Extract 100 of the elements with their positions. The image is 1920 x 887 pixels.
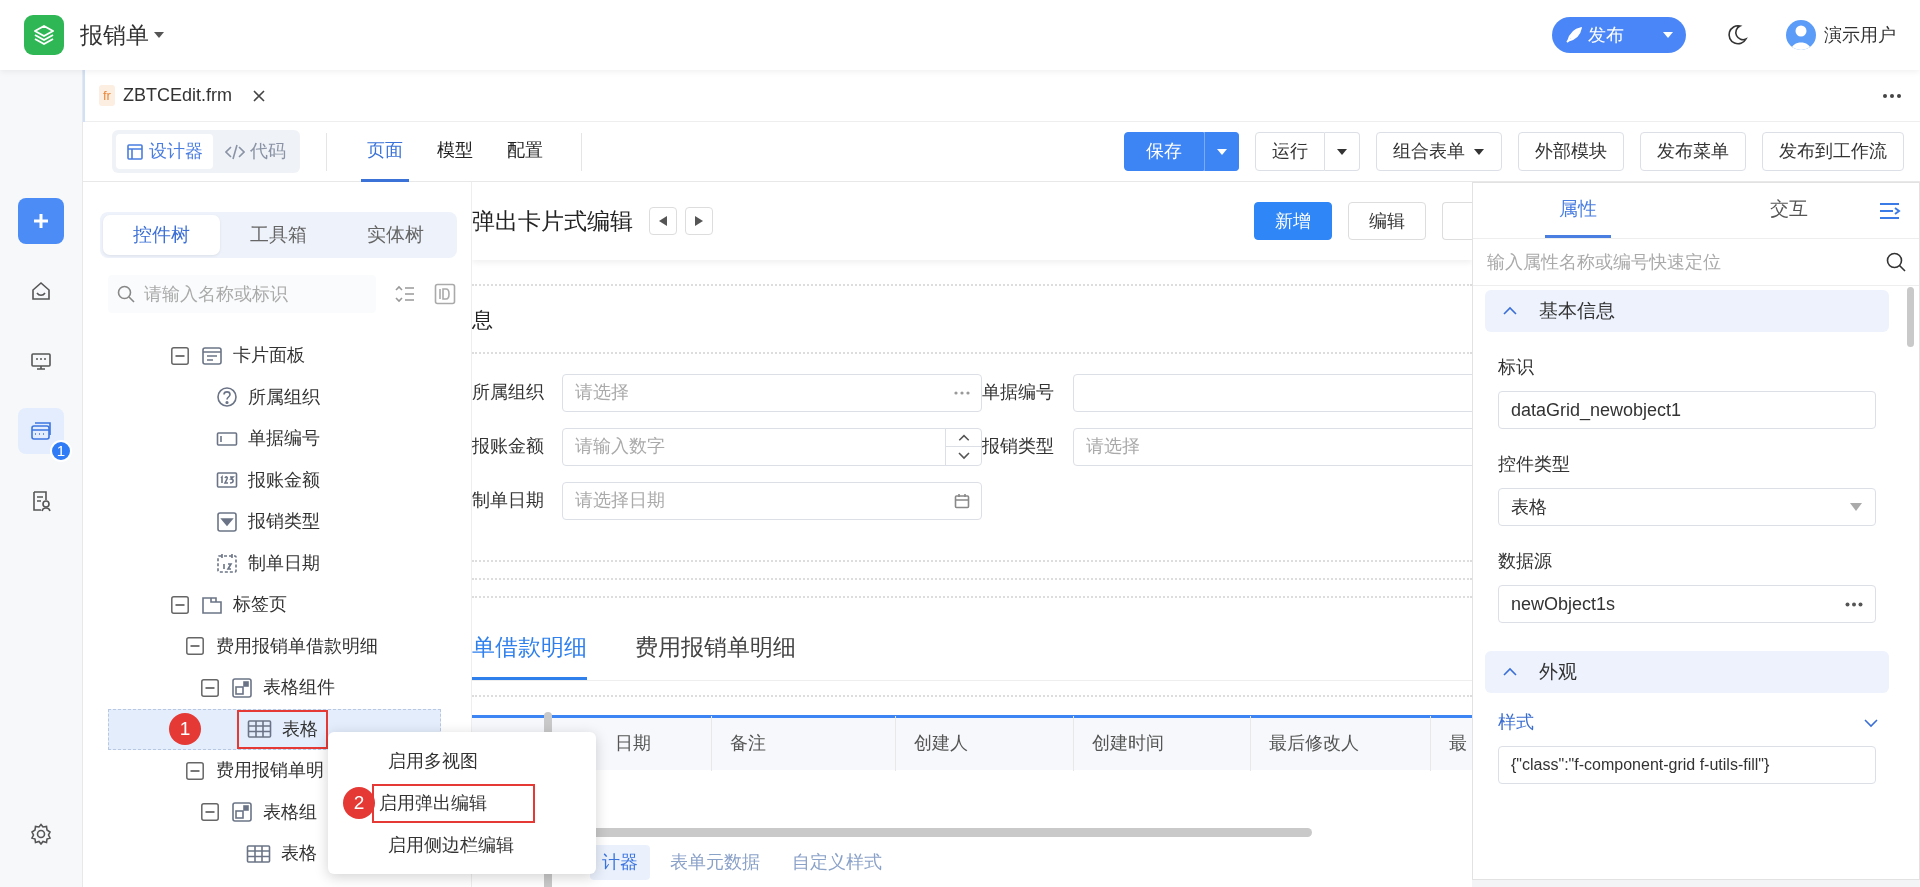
tree-item[interactable]: 标签页 — [83, 584, 471, 626]
panel-tab[interactable]: 实体树 — [337, 215, 454, 255]
collapse-toggle[interactable] — [201, 803, 219, 822]
tree-item[interactable]: 制单日期 — [83, 542, 471, 584]
card-panel-icon — [201, 344, 223, 367]
field-label: 报销类型 — [982, 435, 1055, 458]
app-title-dropdown[interactable]: 报销单 — [80, 17, 165, 53]
tree-label: 表格组件 — [263, 676, 335, 700]
cards-icon — [30, 420, 52, 442]
search-field[interactable]: 请输入名称或标识 — [108, 275, 376, 313]
bottom-tab[interactable]: 计器 — [590, 844, 650, 880]
tree-label: 费用报销单借款明细 — [216, 634, 378, 658]
menu-item[interactable]: 启用弹出编辑 — [372, 783, 535, 823]
caret-icon — [1336, 147, 1348, 156]
property-tab[interactable]: 属性 — [1545, 183, 1611, 238]
form-title: 弹出卡片式编辑 — [472, 206, 633, 236]
toolbar-button[interactable]: 发布菜单 — [1640, 132, 1746, 171]
column-header: 创建时间 — [1074, 716, 1251, 771]
select-field[interactable]: 表格 — [1498, 488, 1876, 526]
left-arrow-icon — [658, 215, 668, 227]
tree-label: 卡片面板 — [233, 344, 305, 368]
tree-item[interactable]: 单据编号 — [83, 418, 471, 460]
collapse-toggle[interactable] — [171, 346, 189, 365]
toolbar-button[interactable]: 外部模块 — [1518, 132, 1624, 171]
number-stepper[interactable] — [945, 428, 981, 465]
dropdown-toggle-button[interactable] — [1204, 132, 1239, 171]
step-marker: 2 — [343, 787, 375, 819]
collapse-toggle[interactable] — [171, 595, 189, 614]
input-field[interactable]: {"class":"f-component-grid f-utils-fill"} — [1498, 746, 1876, 784]
field-label: 单据编号 — [982, 381, 1055, 404]
view-tab[interactable]: 模型 — [431, 121, 479, 182]
add-button[interactable] — [18, 198, 64, 244]
tree-item[interactable]: 卡片面板 — [83, 335, 471, 377]
sort-icon[interactable] — [394, 284, 416, 304]
input-field[interactable]: 请输入数字 — [562, 427, 982, 466]
more-icon — [1845, 601, 1863, 607]
input-field[interactable] — [1073, 373, 1472, 412]
property-label: 数据源 — [1498, 550, 1553, 573]
toolbar-button[interactable]: 运行 — [1255, 132, 1325, 171]
tree-label: 表格 — [281, 842, 317, 866]
rail-button[interactable] — [18, 408, 64, 454]
input-field[interactable]: newObject1s — [1498, 585, 1876, 623]
caret-icon — [1215, 147, 1228, 156]
menu-icon[interactable] — [1879, 201, 1901, 220]
panel-tab[interactable]: 控件树 — [103, 215, 220, 255]
form-button[interactable]: 新增 — [1254, 202, 1332, 240]
property-tab[interactable]: 交互 — [1756, 183, 1822, 238]
section-title: 息 — [472, 307, 494, 333]
next-button[interactable] — [685, 207, 713, 235]
collapse-toggle[interactable] — [186, 761, 204, 780]
component-icon — [231, 676, 253, 699]
file-type-label: fr — [99, 84, 115, 107]
tree-label: 单据编号 — [248, 427, 320, 451]
table-icon — [246, 842, 271, 865]
input-field[interactable]: dataGrid_newobject1 — [1498, 391, 1876, 429]
tree-item[interactable]: 报账金额 — [83, 459, 471, 501]
tree-item[interactable]: 费用报销单借款明细 — [83, 625, 471, 667]
tree-label: 表格组 — [263, 800, 317, 824]
property-label: 样式 — [1498, 711, 1534, 734]
tree-label: 表格 — [282, 717, 318, 741]
count-badge: 1 — [50, 440, 72, 462]
tree-item[interactable]: 表格组件 — [83, 667, 471, 709]
tree-item[interactable]: 所属组织 — [83, 376, 471, 418]
form-button[interactable]: 编辑 — [1348, 202, 1426, 240]
column-header: 备注 — [712, 716, 896, 771]
mode-tab[interactable]: 设计器 — [116, 134, 213, 169]
more-icon[interactable] — [1882, 92, 1902, 99]
dropdown-icon — [1849, 502, 1863, 512]
down-chevron-icon[interactable] — [1864, 717, 1878, 728]
scrollbar-thumb[interactable] — [1907, 287, 1914, 347]
detail-tab[interactable]: 单借款明细 — [472, 617, 587, 680]
column-header: 最后修改人 — [1251, 716, 1431, 771]
step-marker: 1 — [169, 713, 201, 746]
date-field[interactable]: 请选择日期 — [562, 481, 982, 520]
toolbar-button[interactable]: 保存 — [1124, 132, 1204, 171]
previous-button[interactable] — [649, 207, 677, 235]
search-icon — [116, 284, 136, 304]
document-user-icon — [30, 490, 52, 512]
tree-item[interactable]: 报销类型 — [83, 501, 471, 543]
up-chevron-icon — [1503, 667, 1517, 677]
input-field[interactable]: 请选择 — [1073, 427, 1472, 466]
collapse-toggle[interactable] — [201, 678, 219, 697]
close-icon[interactable] — [251, 88, 266, 103]
section-header[interactable]: 基本信息 — [1485, 290, 1889, 332]
settings-icon — [30, 823, 52, 845]
question-icon — [216, 386, 238, 409]
moon-icon[interactable] — [1726, 24, 1748, 46]
panel-tab[interactable]: 工具箱 — [220, 215, 337, 255]
section-header[interactable]: 外观 — [1485, 651, 1889, 693]
detail-tab[interactable]: 费用报销单明细 — [635, 617, 796, 680]
component-icon — [231, 801, 253, 824]
toolbar-button[interactable]: 发布到工作流 — [1762, 132, 1904, 171]
right-arrow-icon — [694, 215, 704, 227]
view-tab[interactable]: 配置 — [501, 121, 549, 182]
collapse-toggle[interactable] — [186, 637, 204, 656]
lookup-field[interactable]: 请选择 — [562, 373, 982, 412]
toolbar-button[interactable]: 组合表单 — [1376, 132, 1502, 171]
menu-item[interactable]: 启用侧边栏编辑 — [388, 831, 514, 859]
search-input[interactable]: 请输入名称或标识 — [142, 279, 362, 309]
table-icon — [247, 718, 272, 741]
